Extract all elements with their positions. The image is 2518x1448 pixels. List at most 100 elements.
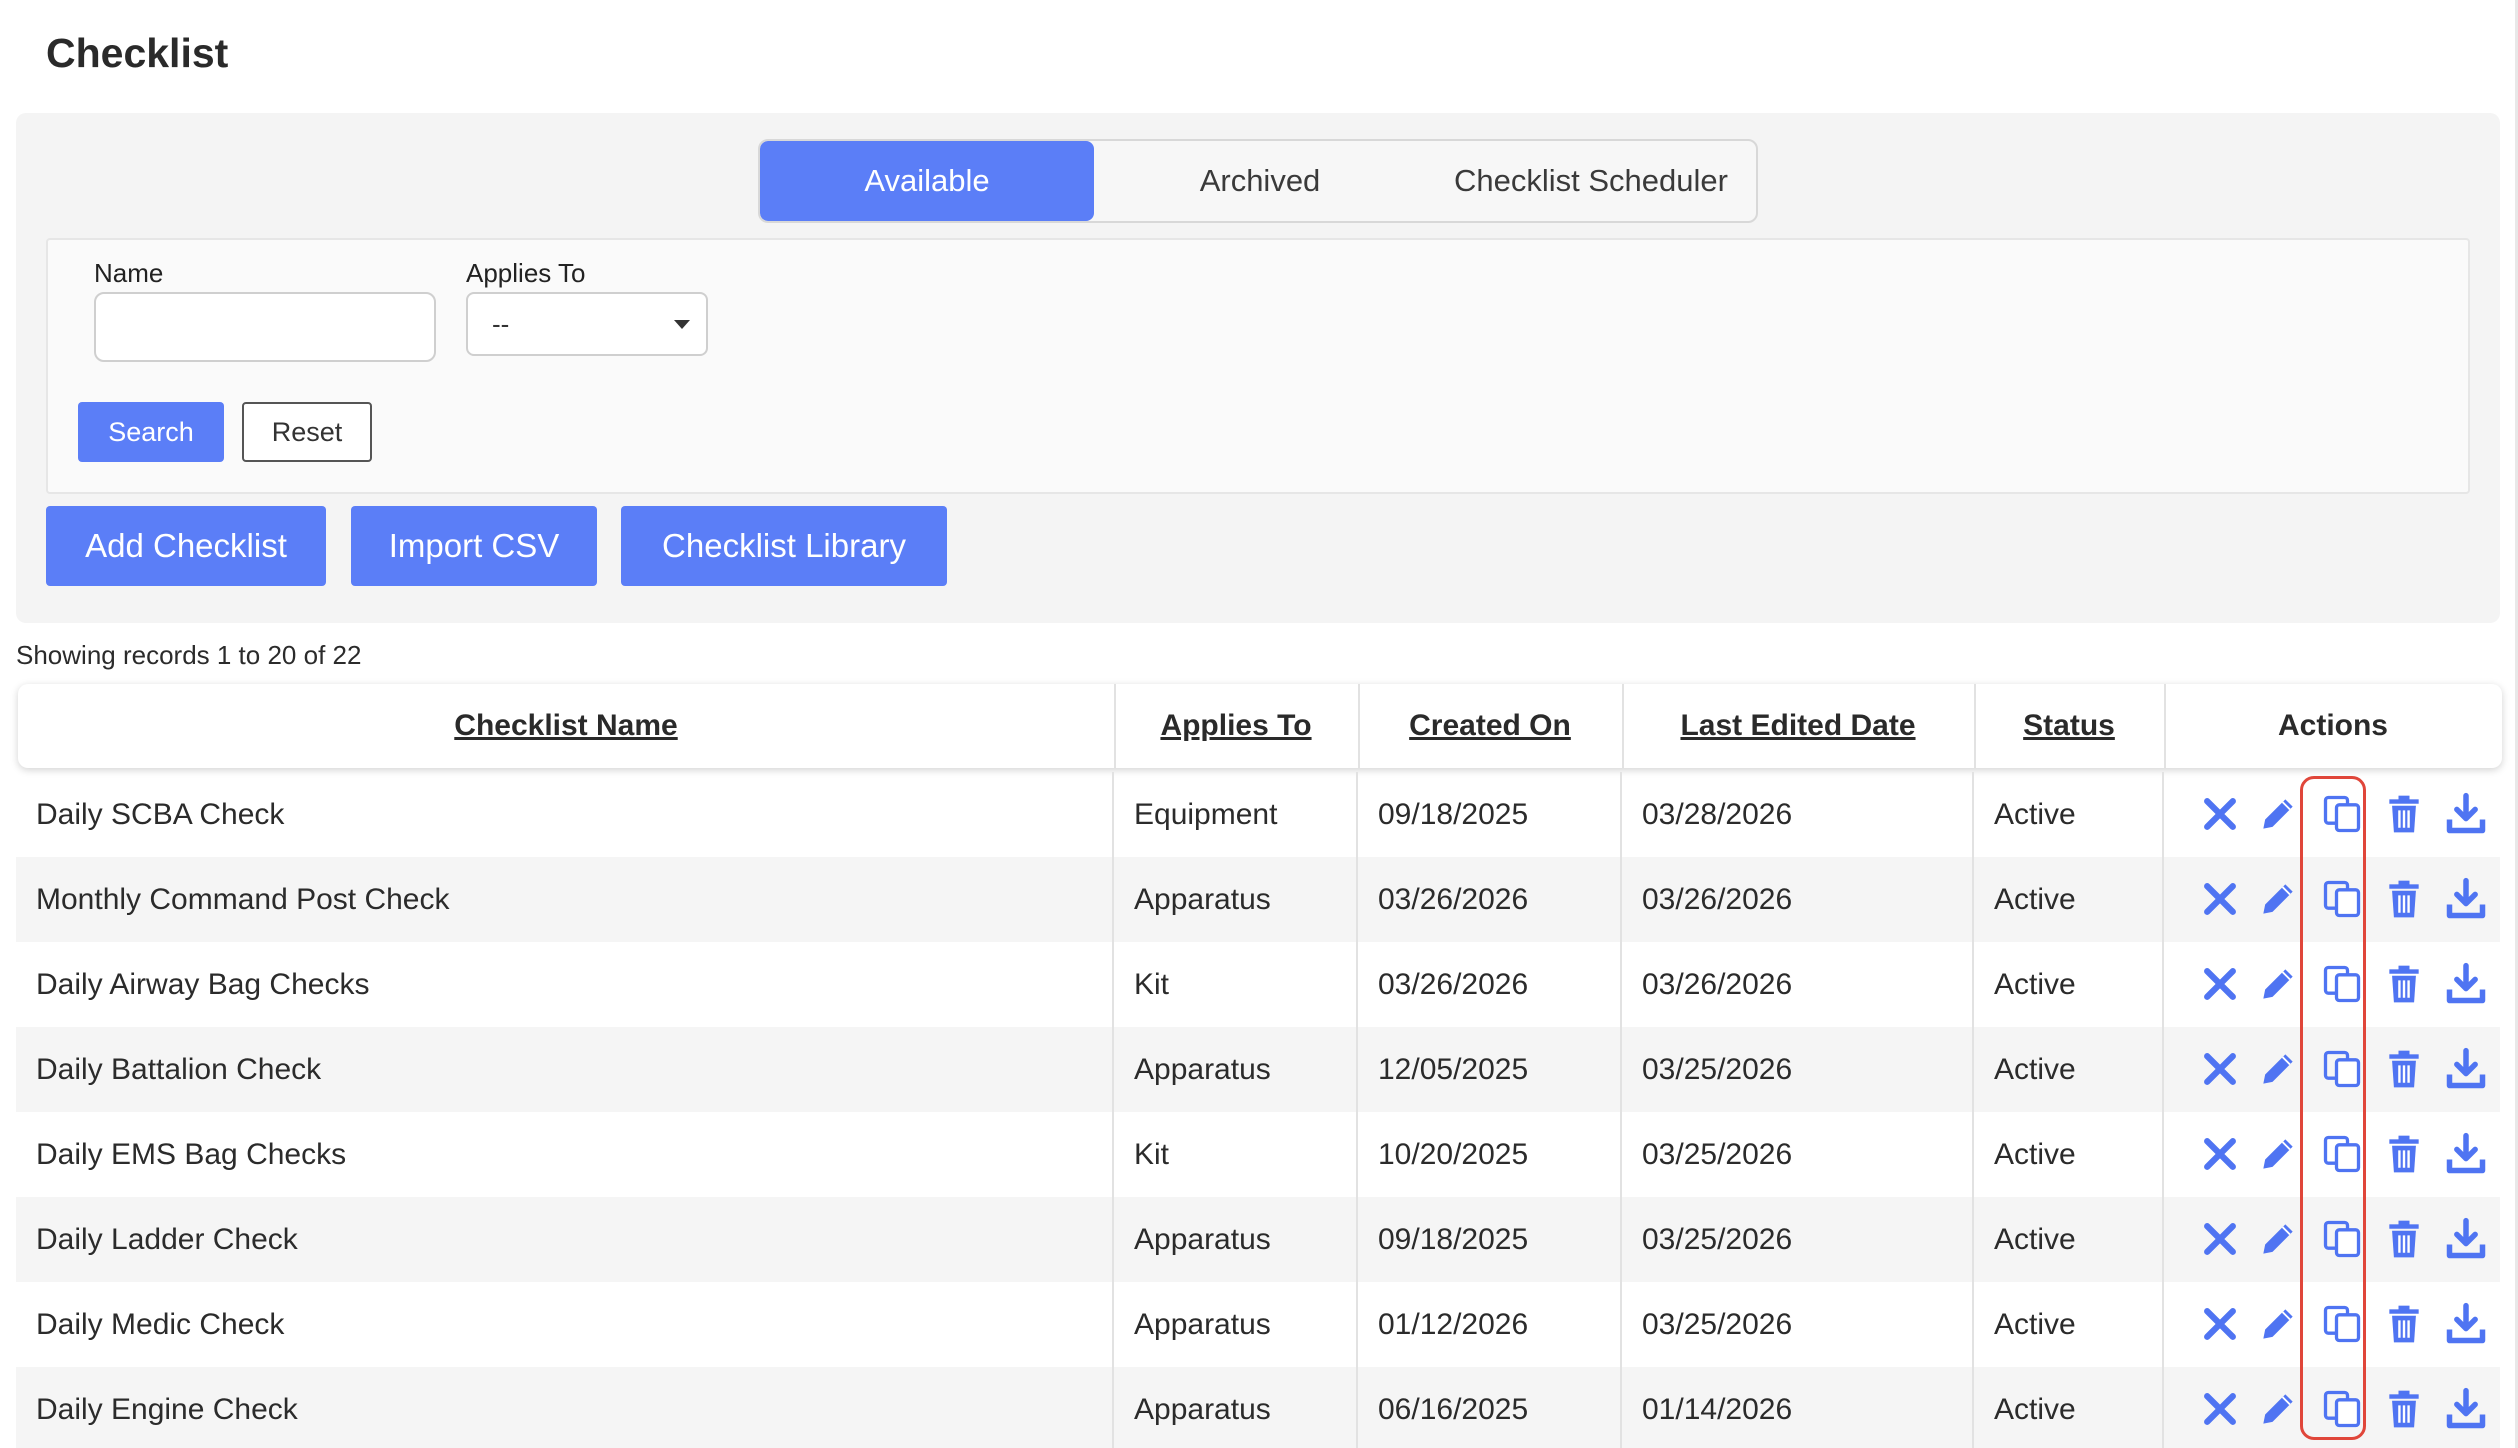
header-last-edited-date[interactable]: Last Edited Date	[1622, 684, 1974, 768]
column-divider	[1972, 1197, 1974, 1282]
delete-button[interactable]	[2382, 1217, 2426, 1261]
column-divider	[1972, 772, 1974, 857]
archive-button[interactable]	[2198, 1302, 2242, 1346]
cell-last-edited-date: 03/25/2026	[1642, 1137, 1793, 1171]
column-divider	[1356, 857, 1358, 942]
header-status[interactable]: Status	[1974, 684, 2164, 768]
delete-button[interactable]	[2382, 1387, 2426, 1431]
delete-button[interactable]	[2382, 1132, 2426, 1176]
cell-status: Active	[1994, 1222, 2076, 1256]
download-button[interactable]	[2444, 962, 2488, 1006]
cell-status: Active	[1994, 882, 2076, 916]
copy-button[interactable]	[2320, 962, 2364, 1006]
cell-last-edited-date: 03/26/2026	[1642, 967, 1793, 1001]
column-divider	[1356, 1282, 1358, 1367]
trash-icon	[2382, 1047, 2426, 1091]
cell-last-edited-date: 03/28/2026	[1642, 797, 1793, 831]
column-divider	[2162, 942, 2164, 1027]
column-divider	[1356, 942, 1358, 1027]
copy-button[interactable]	[2320, 1387, 2364, 1431]
archive-button[interactable]	[2198, 1132, 2242, 1176]
edit-button[interactable]	[2256, 962, 2300, 1006]
download-button[interactable]	[2444, 792, 2488, 836]
archive-button[interactable]	[2198, 1217, 2242, 1261]
applies-to-value: --	[492, 308, 510, 339]
copy-button[interactable]	[2320, 1217, 2364, 1261]
edit-button[interactable]	[2256, 1302, 2300, 1346]
copy-button[interactable]	[2320, 1302, 2364, 1346]
delete-button[interactable]	[2382, 1302, 2426, 1346]
copy-button[interactable]	[2320, 1132, 2364, 1176]
column-divider	[1620, 1367, 1622, 1448]
edit-button[interactable]	[2256, 792, 2300, 836]
column-divider	[2162, 772, 2164, 857]
cell-created-on: 12/05/2025	[1378, 1052, 1529, 1086]
column-divider	[1112, 1027, 1114, 1112]
cell-applies-to: Apparatus	[1134, 1222, 1271, 1256]
column-divider	[1972, 857, 1974, 942]
tab-archived[interactable]: Archived	[1094, 141, 1426, 221]
download-button[interactable]	[2444, 1132, 2488, 1176]
copy-icon	[2320, 792, 2364, 836]
download-icon	[2444, 1217, 2488, 1261]
edit-button[interactable]	[2256, 877, 2300, 921]
archive-button[interactable]	[2198, 1047, 2242, 1091]
table-row: Monthly Command Post Check Apparatus 03/26…	[16, 857, 2500, 942]
trash-icon	[2382, 877, 2426, 921]
column-divider	[1972, 1367, 1974, 1448]
delete-button[interactable]	[2382, 1047, 2426, 1091]
download-icon	[2444, 962, 2488, 1006]
copy-icon	[2320, 1047, 2364, 1091]
archive-button[interactable]	[2198, 877, 2242, 921]
edit-button[interactable]	[2256, 1217, 2300, 1261]
download-button[interactable]	[2444, 1302, 2488, 1346]
table-row: Daily Engine Check Apparatus 06/16/2025 01/…	[16, 1367, 2500, 1448]
name-input[interactable]	[94, 292, 436, 362]
edit-button[interactable]	[2256, 1047, 2300, 1091]
edit-button[interactable]	[2256, 1387, 2300, 1431]
archive-button[interactable]	[2198, 1387, 2242, 1431]
copy-button[interactable]	[2320, 877, 2364, 921]
download-button[interactable]	[2444, 877, 2488, 921]
cell-checklist-name: Daily Medic Check	[36, 1307, 285, 1341]
edit-button[interactable]	[2256, 1132, 2300, 1176]
reset-button[interactable]: Reset	[242, 402, 372, 462]
checklist-library-button[interactable]: Checklist Library	[621, 506, 947, 586]
cell-checklist-name: Daily Ladder Check	[36, 1222, 298, 1256]
pencil-icon	[2256, 1302, 2300, 1346]
header-created-on[interactable]: Created On	[1358, 684, 1622, 768]
tab-available[interactable]: Available	[760, 141, 1094, 221]
name-label: Name	[94, 258, 164, 288]
archive-button[interactable]	[2198, 792, 2242, 836]
column-divider	[1112, 772, 1114, 857]
delete-button[interactable]	[2382, 792, 2426, 836]
pencil-icon	[2256, 962, 2300, 1006]
copy-button[interactable]	[2320, 792, 2364, 836]
trash-icon	[2382, 792, 2426, 836]
cell-status: Active	[1994, 967, 2076, 1001]
applies-to-select[interactable]: --	[466, 292, 708, 356]
import-csv-button[interactable]: Import CSV	[351, 506, 597, 586]
download-button[interactable]	[2444, 1047, 2488, 1091]
download-button[interactable]	[2444, 1217, 2488, 1261]
search-button[interactable]: Search	[78, 402, 224, 462]
delete-button[interactable]	[2382, 962, 2426, 1006]
cell-created-on: 09/18/2025	[1378, 797, 1529, 831]
header-applies-to[interactable]: Applies To	[1114, 684, 1358, 768]
column-divider	[2162, 857, 2164, 942]
add-checklist-button[interactable]: Add Checklist	[46, 506, 326, 586]
copy-button[interactable]	[2320, 1047, 2364, 1091]
cell-checklist-name: Daily Engine Check	[36, 1392, 298, 1426]
column-divider	[1974, 684, 1976, 768]
table-header: Checklist Name Applies To Created On Las…	[18, 684, 2502, 768]
archive-button[interactable]	[2198, 962, 2242, 1006]
column-divider	[1620, 1197, 1622, 1282]
header-checklist-name[interactable]: Checklist Name	[18, 684, 1114, 768]
header-actions: Actions	[2277, 709, 2388, 742]
column-divider	[1620, 942, 1622, 1027]
trash-icon	[2382, 962, 2426, 1006]
tab-checklist-scheduler[interactable]: Checklist Scheduler	[1426, 141, 1756, 221]
download-button[interactable]	[2444, 1387, 2488, 1431]
caret-down-icon	[674, 320, 690, 329]
delete-button[interactable]	[2382, 877, 2426, 921]
